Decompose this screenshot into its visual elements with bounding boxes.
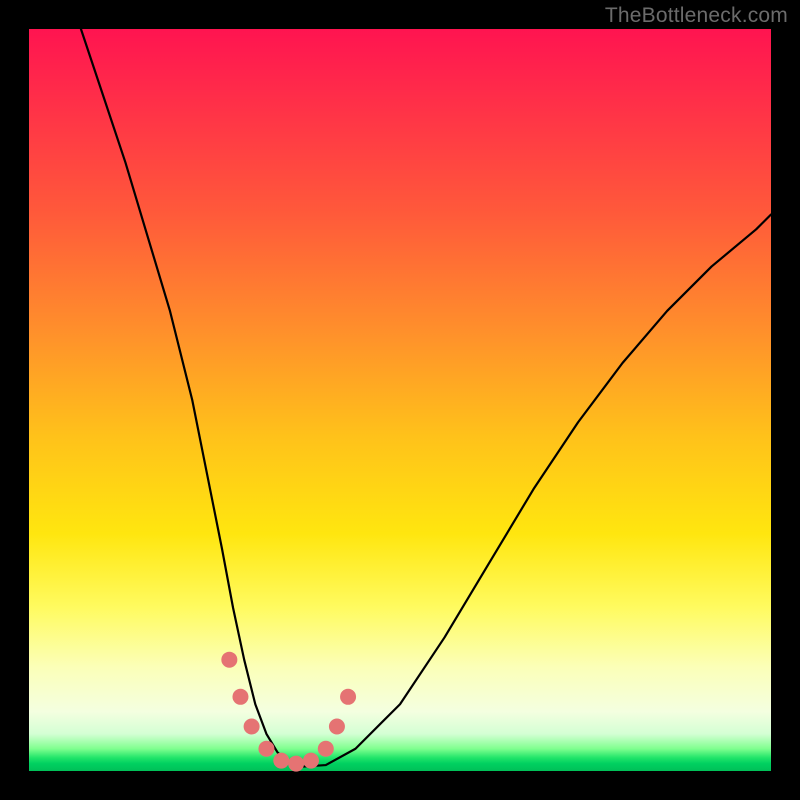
- marker-dot: [340, 689, 356, 705]
- marker-dot: [318, 741, 334, 757]
- marker-dots-group: [221, 652, 356, 772]
- marker-dot: [221, 652, 237, 668]
- chart-frame: TheBottleneck.com: [0, 0, 800, 800]
- marker-dot: [273, 753, 289, 769]
- marker-dot: [288, 756, 304, 772]
- watermark-text: TheBottleneck.com: [605, 4, 788, 28]
- marker-dot: [329, 718, 345, 734]
- marker-dot: [303, 753, 319, 769]
- plot-area: [29, 29, 771, 771]
- marker-dot: [244, 718, 260, 734]
- main-curve-line: [81, 29, 771, 767]
- marker-dot: [258, 741, 274, 757]
- marker-dot: [232, 689, 248, 705]
- chart-svg: [29, 29, 771, 771]
- main-curve-path: [81, 29, 771, 767]
